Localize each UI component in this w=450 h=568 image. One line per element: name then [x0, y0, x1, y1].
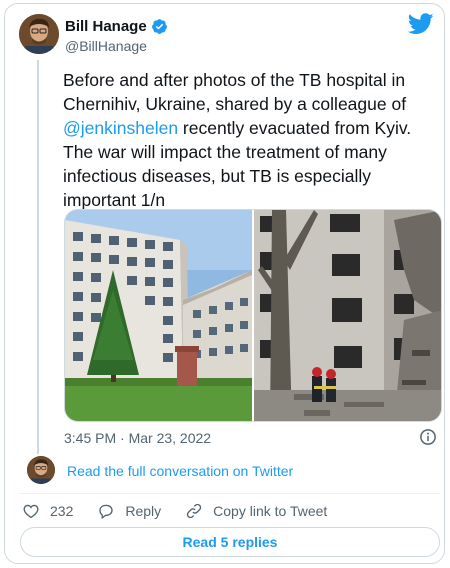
info-icon[interactable]	[419, 428, 437, 446]
heart-icon	[23, 504, 39, 519]
divider	[19, 493, 441, 494]
reply-bubble-icon	[99, 504, 114, 520]
like-count: 232	[50, 503, 74, 519]
conversation-avatar[interactable]	[27, 456, 55, 484]
thread-line	[37, 60, 39, 454]
author-handle[interactable]: @BillHanage	[65, 38, 147, 54]
hospital-after-photo[interactable]	[254, 210, 441, 421]
reply-button[interactable]: Reply	[97, 502, 161, 520]
verified-badge-icon	[151, 19, 167, 34]
read-conversation-link[interactable]: Read the full conversation on Twitter	[67, 463, 293, 479]
hospital-before-photo[interactable]	[65, 210, 252, 421]
mention-link[interactable]: @jenkinshelen	[63, 118, 178, 138]
author-avatar[interactable]	[19, 14, 59, 54]
media-grid	[64, 209, 442, 422]
like-button[interactable]: 232	[22, 502, 73, 520]
author-name-row[interactable]: Bill Hanage	[65, 18, 168, 35]
read-replies-button[interactable]: Read 5 replies	[20, 527, 440, 557]
twitter-bird-icon[interactable]	[408, 13, 434, 35]
link-icon	[186, 503, 202, 519]
action-bar: 232 Reply Copy link to Tweet	[19, 501, 327, 521]
copy-link-label: Copy link to Tweet	[213, 503, 328, 519]
author-name[interactable]: Bill Hanage	[65, 18, 147, 35]
tweet-timestamp[interactable]: 3:45 PM · Mar 23, 2022	[64, 430, 211, 446]
copy-link-button[interactable]: Copy link to Tweet	[185, 502, 327, 520]
tweet-card: Bill Hanage @BillHanage Before and after…	[4, 3, 445, 564]
reply-label: Reply	[125, 503, 162, 519]
tweet-text: Before and after photos of the TB hospit…	[63, 68, 443, 212]
tweet-text-part: Before and after photos of the TB hospit…	[63, 70, 407, 114]
